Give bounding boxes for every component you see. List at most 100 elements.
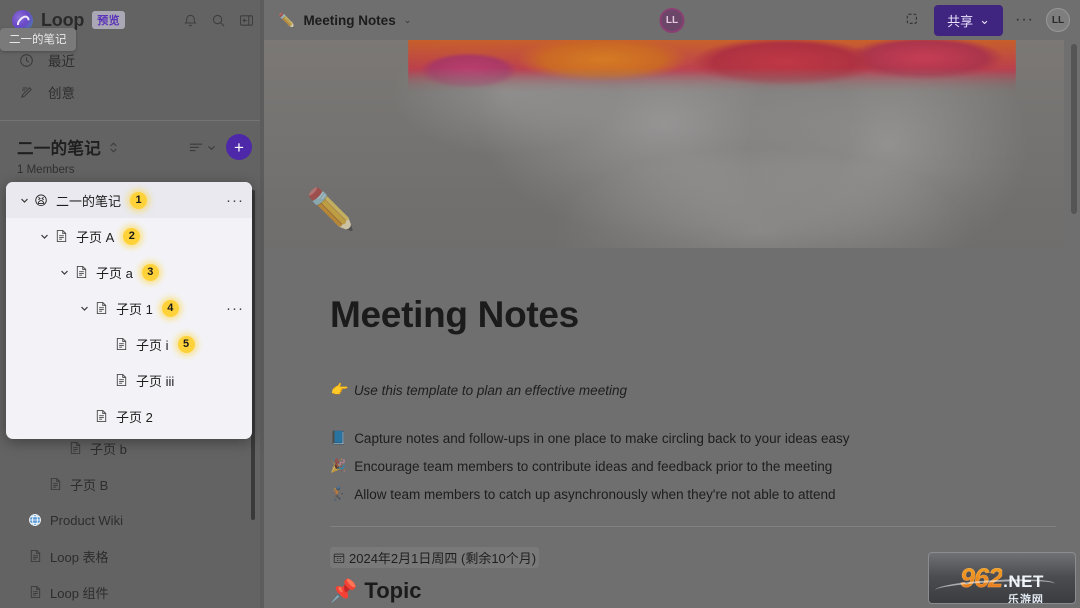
tree-item-label: 子页 1 <box>116 301 153 317</box>
share-button-label: 共享 <box>947 13 974 29</box>
workspace-tooltip: 二一的笔记 <box>0 28 76 51</box>
document-emoji-icon[interactable]: ✏️ <box>306 190 356 230</box>
bell-icon[interactable] <box>183 13 198 28</box>
calendar-icon <box>333 552 345 564</box>
tree-item[interactable]: 子页 iii <box>6 362 252 398</box>
add-page-button[interactable]: + <box>226 134 252 160</box>
chevron-down-icon[interactable] <box>56 268 72 277</box>
list-item-text: Encourage team members to contribute ide… <box>354 458 833 474</box>
tree-item-more-button[interactable]: ··· <box>226 301 244 316</box>
workspace-switcher-icon[interactable] <box>108 141 119 154</box>
tree-item[interactable]: Loop 组件 <box>0 574 258 608</box>
sidebar-nav: 最近 创意 <box>0 40 264 114</box>
avatar[interactable]: LL <box>1046 8 1070 32</box>
page-icon <box>66 441 84 455</box>
tree-item[interactable]: 子页 A 2 <box>6 218 252 254</box>
collapse-panel-icon[interactable] <box>239 13 254 28</box>
tree-item[interactable]: 子页 a 3 <box>6 254 252 290</box>
document-breadcrumb[interactable]: ✏️ Meeting Notes ⌄ <box>278 12 411 29</box>
cover-fade <box>264 168 1064 248</box>
tree-item-label: 子页 b <box>90 441 127 457</box>
search-icon[interactable] <box>211 13 226 28</box>
list-item[interactable]: 📘 Capture notes and follow-ups in one pla… <box>330 424 1056 452</box>
sidebar-item-label: 创意 <box>48 86 75 101</box>
tree-item-label: 二一的笔记 <box>56 193 122 209</box>
tree-item-label: Loop 组件 <box>50 585 109 601</box>
pushpin-icon: 📌 <box>330 578 358 603</box>
main-scrollbar-thumb[interactable] <box>1071 44 1077 214</box>
step-badge: 5 <box>177 335 195 353</box>
tree-item-label: Product Wiki <box>50 512 123 528</box>
list-item[interactable]: 🎉 Encourage team members to contribute id… <box>330 452 1056 480</box>
emoji-face-icon: 😫 <box>34 192 48 208</box>
page-tree-spotlight-panel: 😫 二一的笔记 1 ··· 子页 A 2 子页 a 3 子页 1 4 ··· 子页 i 5 子页 iii 子… <box>6 182 252 439</box>
list-item-text: Capture notes and follow-ups in one plac… <box>354 430 850 446</box>
bullet-emoji-icon: 🏌 <box>330 486 347 501</box>
page-icon <box>92 409 110 423</box>
page-icon <box>26 585 44 599</box>
chevron-down-icon[interactable] <box>36 232 52 241</box>
step-badge: 1 <box>130 191 148 209</box>
preview-badge: 预览 <box>92 11 126 29</box>
sidebar: Loop 预览 二一的笔记 最近 创意 二一的笔记 + 1 Members 子页… <box>0 0 264 608</box>
globe-icon <box>26 513 44 527</box>
copy-link-icon[interactable] <box>905 12 922 29</box>
cover-glitter-band <box>408 40 1016 94</box>
sidebar-tree-lower: 子页 b 子页 B Product Wiki Loop 表格 Loop 组件 <box>0 430 258 608</box>
idea-pen-icon <box>19 85 34 100</box>
tree-item-label: 子页 i <box>136 337 169 353</box>
tree-item-label: 子页 A <box>76 229 115 245</box>
tree-item[interactable]: Product Wiki <box>0 502 258 538</box>
page-icon <box>92 301 110 315</box>
page-icon <box>72 265 90 279</box>
pointing-hand-icon: 👉 <box>330 382 347 397</box>
tree-item[interactable]: 子页 B <box>0 466 258 502</box>
step-badge: 2 <box>123 227 141 245</box>
bullet-emoji-icon: 🎉 <box>330 458 347 473</box>
feature-bullet-list: 📘 Capture notes and follow-ups in one pla… <box>330 424 1056 508</box>
topbar-actions: 共享 ⌄ ··· LL <box>905 4 1070 36</box>
tree-item[interactable]: Loop 表格 <box>0 538 258 574</box>
tree-item-label: Loop 表格 <box>50 549 109 565</box>
more-options-button[interactable]: ··· <box>1015 12 1034 28</box>
tree-item-more-button[interactable]: ··· <box>226 193 244 208</box>
tree-item[interactable]: 😫 二一的笔记 1 ··· <box>6 182 252 218</box>
chevron-down-icon: ⌄ <box>979 12 991 27</box>
chevron-down-icon[interactable] <box>76 304 92 313</box>
presence-avatar[interactable]: LL <box>659 7 685 33</box>
workspace-title[interactable]: 二一的笔记 <box>17 135 101 159</box>
tree-item-label: 子页 2 <box>116 409 153 425</box>
tree-item[interactable]: 子页 1 4 ··· <box>6 290 252 326</box>
tree-item-label: 子页 B <box>70 477 109 493</box>
page-icon <box>46 477 64 491</box>
bullet-emoji-icon: 📘 <box>330 430 347 445</box>
page-icon <box>112 337 130 351</box>
sort-icon[interactable] <box>188 140 216 154</box>
cover-image[interactable] <box>264 40 1064 248</box>
tree-item[interactable]: 子页 2 <box>6 398 252 434</box>
pencil-icon: ✏️ <box>278 11 296 28</box>
template-tip-text: Use this template to plan an effective m… <box>353 382 627 398</box>
meeting-date-text: 2024年2月1日周四 (剩余10个月) <box>349 551 537 566</box>
sidebar-item-label: 最近 <box>48 54 75 69</box>
page-title[interactable]: Meeting Notes <box>330 294 1056 336</box>
main-content: ✏️ Meeting Notes ⌄ LL 共享 ⌄ ··· LL ✏️ Mee… <box>264 0 1080 608</box>
clock-icon <box>19 53 34 68</box>
workspace-header: 二一的笔记 + 1 Members <box>0 121 264 176</box>
page-icon <box>112 373 130 387</box>
step-badge: 4 <box>161 299 179 317</box>
share-button[interactable]: 共享 ⌄ <box>934 4 1004 36</box>
chevron-down-icon[interactable] <box>16 196 32 205</box>
page-icon <box>52 229 70 243</box>
tree-item-label: 子页 a <box>96 265 133 281</box>
document-topbar: ✏️ Meeting Notes ⌄ LL 共享 ⌄ ··· LL <box>264 0 1080 40</box>
tree-item[interactable]: 子页 i 5 <box>6 326 252 362</box>
loop-app-window: Loop 预览 二一的笔记 最近 创意 二一的笔记 + 1 Members 子页… <box>0 0 1080 608</box>
page-icon <box>26 549 44 563</box>
chevron-down-icon[interactable]: ⌄ <box>404 15 412 26</box>
template-tip: 👉 Use this template to plan an effective… <box>330 382 1056 398</box>
tree-item-label: 子页 iii <box>136 373 175 389</box>
document-title-topbar: Meeting Notes <box>303 12 396 28</box>
list-item[interactable]: 🏌 Allow team members to catch up asynchro… <box>330 480 1056 508</box>
sidebar-item-ideas[interactable]: 创意 <box>0 76 264 108</box>
